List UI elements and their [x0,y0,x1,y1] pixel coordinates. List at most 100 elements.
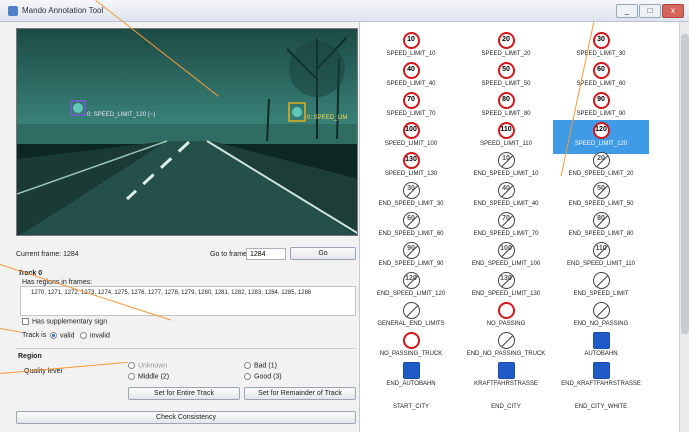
sign-option[interactable]: 50 END_SPEED_LIMIT_50 [553,180,649,214]
sign-option[interactable]: KRAFTFAHRSTRASSE [458,360,554,394]
sign-option[interactable]: 60 SPEED_LIMIT_60 [553,60,649,94]
sign-option[interactable]: END_NO_PASSING_TRUCK [458,330,554,364]
traffic-sign-icon [497,362,515,379]
sign-label: END_SPEED_LIMIT [573,291,629,297]
sign-option[interactable]: END_CITY_WHITE [553,390,649,424]
quality-bad-radio[interactable]: Bad (1) [244,362,277,369]
sign-option[interactable]: NO_PASSING [458,300,554,334]
sign-option[interactable]: 20 END_SPEED_LIMIT_20 [553,150,649,184]
sign-option[interactable]: END_SPEED_LIMIT [553,270,649,304]
radio-dot [244,373,251,380]
traffic-sign-icon [402,332,420,349]
sign-option[interactable]: 90 END_SPEED_LIMIT_90 [363,240,459,274]
sign-label: END_AUTOBAHN [386,381,436,387]
sign-label: END_SPEED_LIMIT_60 [378,231,444,237]
traffic-sign-icon [497,302,515,319]
sign-label: END_CITY_WHITE [574,404,628,410]
sign-option[interactable]: 110 END_SPEED_LIMIT_110 [553,240,649,274]
scrollbar-thumb[interactable] [681,34,689,334]
invalid-radio[interactable]: invalid [80,332,110,339]
traffic-sign-icon: 50 [592,182,610,199]
traffic-sign-icon: 120 [592,122,610,139]
window-title: Mando Annotation Tool [22,6,104,15]
maximize-button[interactable]: □ [639,4,661,18]
sign-option[interactable]: 80 SPEED_LIMIT_80 [458,90,554,124]
set-remainder-button[interactable]: Set for Remainder of Track [244,387,356,400]
sign-label: SPEED_LIMIT_30 [576,51,626,57]
quality-middle-radio[interactable]: Middle (2) [128,373,169,380]
supplementary-checkbox[interactable]: Has supplementary sign [22,318,107,325]
sign-option[interactable]: 40 SPEED_LIMIT_40 [363,60,459,94]
check-consistency-button[interactable]: Check Consistency [16,411,356,424]
traffic-sign-icon: 130 [402,152,420,169]
sign-option[interactable]: 110 SPEED_LIMIT_110 [458,120,554,154]
scrollbar[interactable] [679,22,689,432]
sign-option[interactable]: AUTOBAHN [553,330,649,364]
sign-label: SPEED_LIMIT_40 [386,81,436,87]
traffic-sign-icon: 70 [402,92,420,109]
valid-label: valid [60,332,75,340]
sign-option[interactable]: 50 SPEED_LIMIT_50 [458,60,554,94]
sign-option[interactable]: 40 END_SPEED_LIMIT_40 [458,180,554,214]
goto-frame-input[interactable] [246,248,286,260]
goto-frame-label: Go to frame [210,251,247,258]
app-icon [8,6,18,16]
sign-option[interactable]: 120 SPEED_LIMIT_120 [553,120,649,154]
quality-unknown-radio[interactable]: Unknown [128,362,167,369]
sign-option[interactable]: END_NO_PASSING [553,300,649,334]
bad-label: Bad (1) [254,362,277,370]
radio-dot [50,332,57,339]
sign-option[interactable]: 70 END_SPEED_LIMIT_70 [458,210,554,244]
sign-option[interactable]: 10 END_SPEED_LIMIT_10 [458,150,554,184]
valid-radio[interactable]: valid [50,332,74,339]
sign-palette: 10 SPEED_LIMIT_10 20 SPEED_LIMIT_20 30 SPEED_… [361,22,689,432]
sign-label: END_SPEED_LIMIT_100 [471,261,541,267]
radio-dot [244,362,251,369]
sign-option[interactable]: END_KRAFTFAHRSTRASSE [553,360,649,394]
sign-label: NO_PASSING_TRUCK [379,351,443,357]
set-entire-track-button[interactable]: Set for Entire Track [128,387,240,400]
traffic-sign-icon: 10 [497,152,515,169]
sign-label: SPEED_LIMIT_10 [386,51,436,57]
divider [16,348,356,349]
sign-option[interactable]: 130 SPEED_LIMIT_130 [363,150,459,184]
sign-label: GENERAL_END_LIMITS [377,321,445,327]
sign-option[interactable]: 70 SPEED_LIMIT_70 [363,90,459,124]
region-title: Region [18,353,42,360]
sign-option[interactable]: GENERAL_END_LIMITS [363,300,459,334]
go-button[interactable]: Go [290,247,356,260]
sign-option[interactable]: 30 SPEED_LIMIT_30 [553,30,649,64]
sign-option[interactable]: 120 END_SPEED_LIMIT_120 [363,270,459,304]
sign-label: START_CITY [392,404,430,410]
sign-option[interactable]: START_CITY [363,390,459,424]
sign-option[interactable]: 80 END_SPEED_LIMIT_80 [553,210,649,244]
sign-option[interactable]: 100 END_SPEED_LIMIT_100 [458,240,554,274]
frames-list[interactable]: 1270, 1271, 1272, 1273, 1274, 1275, 1276… [20,286,356,316]
traffic-sign-icon: 100 [497,242,515,259]
checkbox-box [22,318,29,325]
sign-option[interactable]: 60 END_SPEED_LIMIT_60 [363,210,459,244]
traffic-sign-icon [497,332,515,349]
sign-option[interactable]: 130 END_SPEED_LIMIT_130 [458,270,554,304]
minimize-button[interactable]: _ [616,4,638,18]
traffic-sign-icon: 110 [592,242,610,259]
sign-option[interactable]: 20 SPEED_LIMIT_20 [458,30,554,64]
traffic-sign-icon: 60 [402,212,420,229]
sign-option[interactable]: 90 SPEED_LIMIT_90 [553,90,649,124]
box-label-1: 0: SPEED_LIMIT_120 (~) [87,112,156,118]
traffic-sign-icon [592,332,610,349]
sign-option[interactable]: 100 SPEED_LIMIT_100 [363,120,459,154]
sign-label: SPEED_LIMIT_70 [386,111,436,117]
sign-label: END_CITY [491,404,521,410]
sign-label: END_SPEED_LIMIT_40 [473,201,539,207]
sign-option[interactable]: END_CITY [458,390,554,424]
close-button[interactable]: x [662,4,684,18]
sign-option[interactable]: 30 END_SPEED_LIMIT_30 [363,180,459,214]
video-frame[interactable]: 0: SPEED_LIMIT_120 (~) 0: SPEED_LIM [16,28,358,236]
sign-label: END_SPEED_LIMIT_30 [378,201,444,207]
sign-label: END_SPEED_LIMIT_20 [568,171,634,177]
sign-option[interactable]: END_AUTOBAHN [363,360,459,394]
quality-good-radio[interactable]: Good (3) [244,373,282,380]
sign-option[interactable]: NO_PASSING_TRUCK [363,330,459,364]
sign-option[interactable]: 10 SPEED_LIMIT_10 [363,30,459,64]
